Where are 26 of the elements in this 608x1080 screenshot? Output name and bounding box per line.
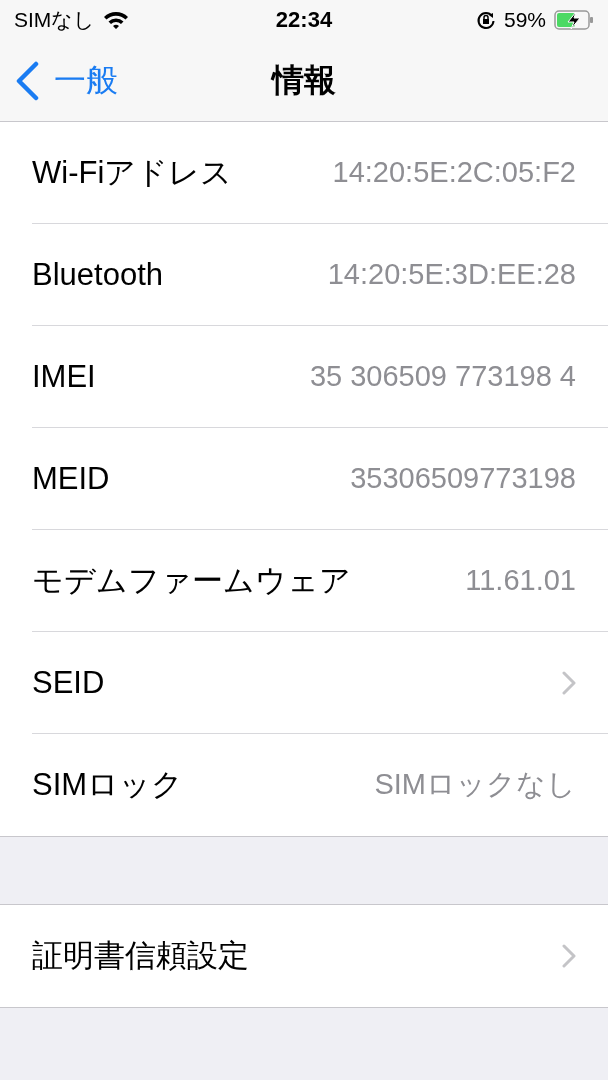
row-value: 14:20:5E:2C:05:F2	[332, 156, 576, 189]
row-label: SIMロック	[32, 766, 184, 804]
row-value: 11.61.01	[465, 564, 576, 597]
row-value: SIMロックなし	[374, 767, 576, 802]
battery-charging-icon	[554, 10, 594, 30]
settings-row[interactable]: SIMロック SIMロックなし	[32, 734, 608, 836]
battery-percentage: 59%	[503, 8, 546, 32]
row-label: Wi-Fiアドレス	[32, 153, 233, 192]
clock-time: 22:34	[275, 7, 333, 33]
row-label: IMEI	[32, 358, 96, 395]
carrier-label: SIMなし	[14, 7, 96, 33]
row-value: 14:20:5E:3D:EE:28	[327, 258, 576, 291]
row-label: Bluetooth	[32, 256, 163, 293]
row-value: 35306509773198	[350, 462, 576, 495]
row-label: モデムファームウェア	[32, 561, 351, 600]
chevron-right-icon	[562, 944, 576, 968]
rotation-lock-icon	[475, 10, 496, 30]
chevron-right-icon	[562, 670, 576, 695]
back-button[interactable]: 一般	[14, 58, 118, 103]
page-title: 情報	[272, 60, 336, 100]
row-label: MEID	[32, 460, 110, 497]
row-label: 証明書信頼設定	[32, 937, 249, 975]
row-value: 35 306509 773198 4	[309, 360, 576, 393]
wifi-icon	[103, 10, 130, 30]
row-label: SEID	[32, 664, 105, 701]
back-chevron-icon	[14, 60, 40, 101]
